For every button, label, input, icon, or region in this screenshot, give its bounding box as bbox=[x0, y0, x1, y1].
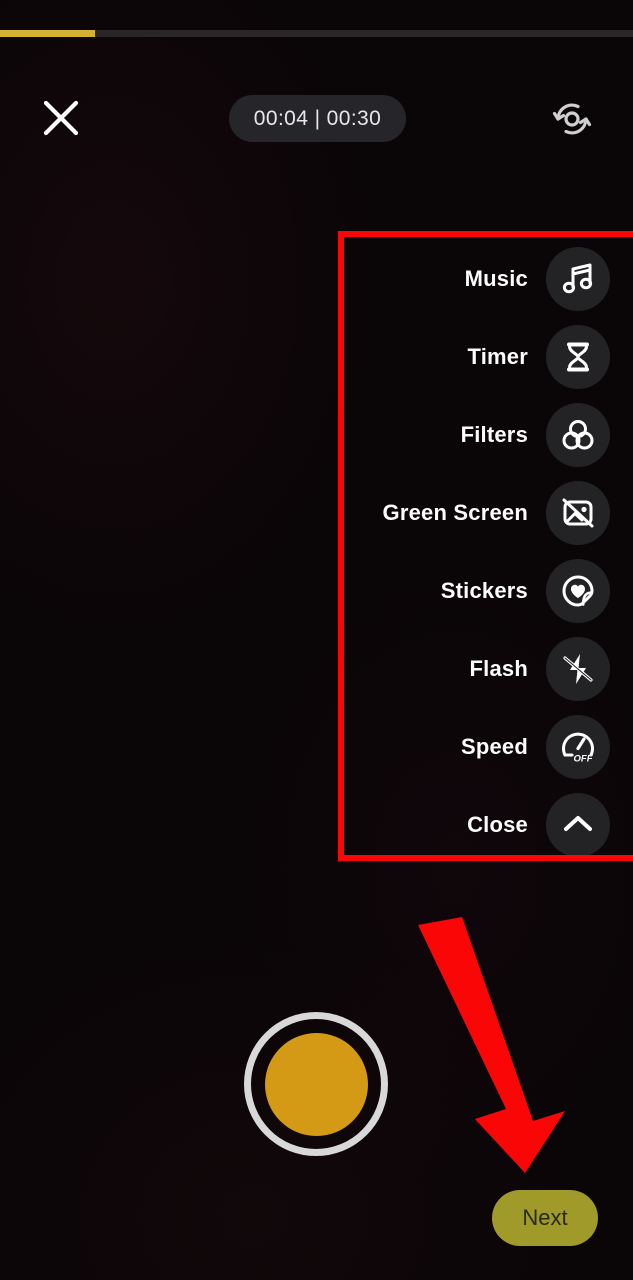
menu-item-label: Filters bbox=[460, 422, 528, 447]
menu-item-label: Close bbox=[467, 812, 528, 837]
menu-item-label: Music bbox=[464, 266, 528, 291]
camera-flip-icon bbox=[552, 103, 592, 135]
top-bar: 00:04 | 00:30 bbox=[0, 45, 633, 142]
speedometer-off-icon-wrapper: OFF bbox=[546, 715, 610, 779]
filters-circles-icon bbox=[562, 420, 594, 450]
flip-camera-button[interactable] bbox=[548, 95, 596, 143]
flash-off-icon bbox=[563, 654, 593, 684]
record-button-inner bbox=[264, 1032, 368, 1136]
next-button-label: Next bbox=[522, 1205, 568, 1230]
recording-timer-pill: 00:04 | 00:30 bbox=[229, 95, 406, 142]
camera-tools-menu: Music Timer Filters Green Screen Sticker… bbox=[372, 240, 633, 864]
speed-off-text: OFF bbox=[574, 754, 593, 765]
menu-item-filters[interactable]: Filters bbox=[372, 396, 633, 474]
image-slash-icon bbox=[562, 498, 594, 528]
menu-item-label: Flash bbox=[469, 656, 528, 681]
image-slash-icon-wrapper bbox=[546, 481, 610, 545]
menu-item-label: Stickers bbox=[440, 578, 528, 603]
next-button[interactable]: Next bbox=[492, 1190, 598, 1246]
recording-progress-track bbox=[0, 30, 633, 37]
menu-item-timer[interactable]: Timer bbox=[372, 318, 633, 396]
hourglass-icon bbox=[567, 342, 589, 372]
close-icon bbox=[43, 100, 79, 136]
music-note-icon bbox=[562, 263, 593, 294]
menu-item-green-screen[interactable]: Green Screen bbox=[372, 474, 633, 552]
filters-circles-icon-wrapper bbox=[546, 403, 610, 467]
flash-off-icon-wrapper bbox=[546, 637, 610, 701]
close-button[interactable] bbox=[38, 95, 84, 141]
menu-item-label: Green Screen bbox=[382, 500, 528, 525]
recording-timer-text: 00:04 | 00:30 bbox=[253, 106, 382, 130]
music-note-icon-wrapper bbox=[546, 247, 610, 311]
sticker-heart-icon bbox=[562, 575, 594, 607]
menu-item-label: Speed bbox=[460, 734, 528, 759]
speedometer-off-icon: OFF bbox=[562, 732, 594, 765]
menu-item-speed[interactable]: Speed OFF bbox=[372, 708, 633, 786]
menu-item-close-menu[interactable]: Close bbox=[372, 786, 633, 864]
chevron-up-icon bbox=[564, 816, 592, 831]
camera-recording-screen: 00:04 | 00:30 Music Timer Filters Green … bbox=[0, 0, 633, 1280]
recording-progress-fill bbox=[0, 30, 95, 37]
menu-item-flash[interactable]: Flash bbox=[372, 630, 633, 708]
record-button[interactable] bbox=[244, 1012, 388, 1156]
hourglass-icon-wrapper bbox=[546, 325, 610, 389]
menu-item-stickers[interactable]: Stickers bbox=[372, 552, 633, 630]
sticker-heart-icon-wrapper bbox=[546, 559, 610, 623]
chevron-up-icon-wrapper bbox=[546, 793, 610, 857]
menu-item-label: Timer bbox=[467, 344, 528, 369]
menu-item-music[interactable]: Music bbox=[372, 240, 633, 318]
